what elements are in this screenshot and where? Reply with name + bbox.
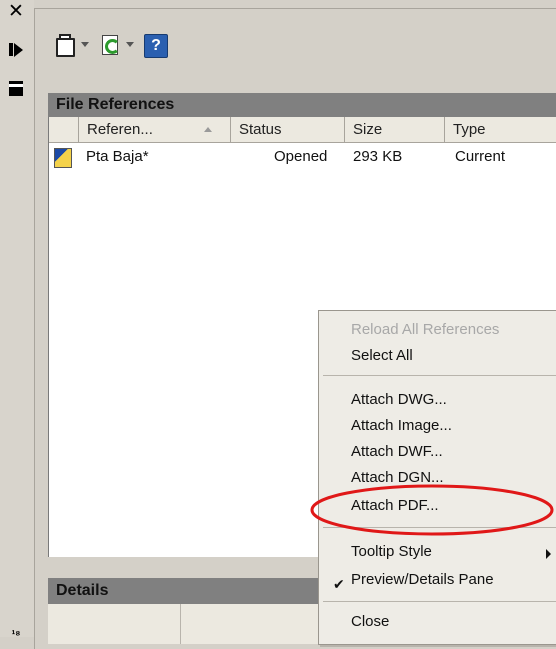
column-header-status[interactable]: Status <box>231 117 345 143</box>
refresh-dropdown-arrow-icon[interactable] <box>126 42 134 47</box>
menu-item-attach-pdf[interactable]: Attach PDF... <box>351 495 439 517</box>
menu-item-tooltip-style[interactable]: Tooltip Style <box>351 541 432 563</box>
menu-item-attach-dwf[interactable]: Attach DWF... <box>351 441 443 463</box>
details-label-column <box>48 604 181 644</box>
sort-ascending-icon <box>204 127 212 132</box>
column-header-type[interactable]: Type <box>445 117 556 143</box>
menu-separator <box>323 375 556 376</box>
menu-item-select-all[interactable]: Select All <box>351 345 413 367</box>
column-header-reference[interactable]: Referen... <box>79 117 231 143</box>
context-menu: Reload All References Select All Attach … <box>318 310 556 645</box>
auto-hide-icon[interactable] <box>6 39 26 59</box>
submenu-arrow-icon <box>546 549 551 559</box>
file-references-header[interactable]: File References <box>48 93 556 117</box>
menu-item-attach-dgn[interactable]: Attach DGN... <box>351 467 444 489</box>
menu-separator <box>323 601 556 602</box>
menu-item-reload-all-references: Reload All References <box>351 321 500 338</box>
menu-item-close[interactable]: Close <box>351 611 389 633</box>
column-header-status-label: Status <box>239 121 282 138</box>
properties-icon[interactable] <box>6 78 26 98</box>
column-header-reference-label: Referen... <box>87 121 153 138</box>
column-header-size[interactable]: Size <box>345 117 445 143</box>
drawing-file-icon <box>54 148 72 168</box>
reference-status: Opened <box>274 148 328 165</box>
column-header-size-label: Size <box>353 121 383 138</box>
reference-type: Current <box>455 148 506 165</box>
palette-title-strip: ✕ ¹⁸ <box>0 0 34 641</box>
attach-icon[interactable] <box>54 34 76 57</box>
column-header-type-label: Type <box>453 121 486 138</box>
column-header-icon <box>49 117 79 143</box>
checkmark-icon: ✔ <box>333 576 345 592</box>
help-icon[interactable]: ? <box>144 34 168 58</box>
strip-bottom-mark: ¹⁸ <box>11 629 21 641</box>
table-row[interactable]: Pta Baja* Opened 293 KB Current <box>49 144 556 170</box>
close-icon[interactable]: ✕ <box>6 2 26 22</box>
attach-dropdown-arrow-icon[interactable] <box>81 42 89 47</box>
reference-name: Pta Baja* <box>86 148 149 165</box>
menu-item-attach-dwg[interactable]: Attach DWG... <box>351 389 447 411</box>
menu-item-preview-details-pane[interactable]: Preview/Details Pane <box>351 569 494 591</box>
menu-separator <box>323 527 556 528</box>
refresh-icon[interactable] <box>99 34 121 56</box>
menu-item-attach-image[interactable]: Attach Image... <box>351 415 452 437</box>
reference-size: 293 KB <box>353 148 403 165</box>
